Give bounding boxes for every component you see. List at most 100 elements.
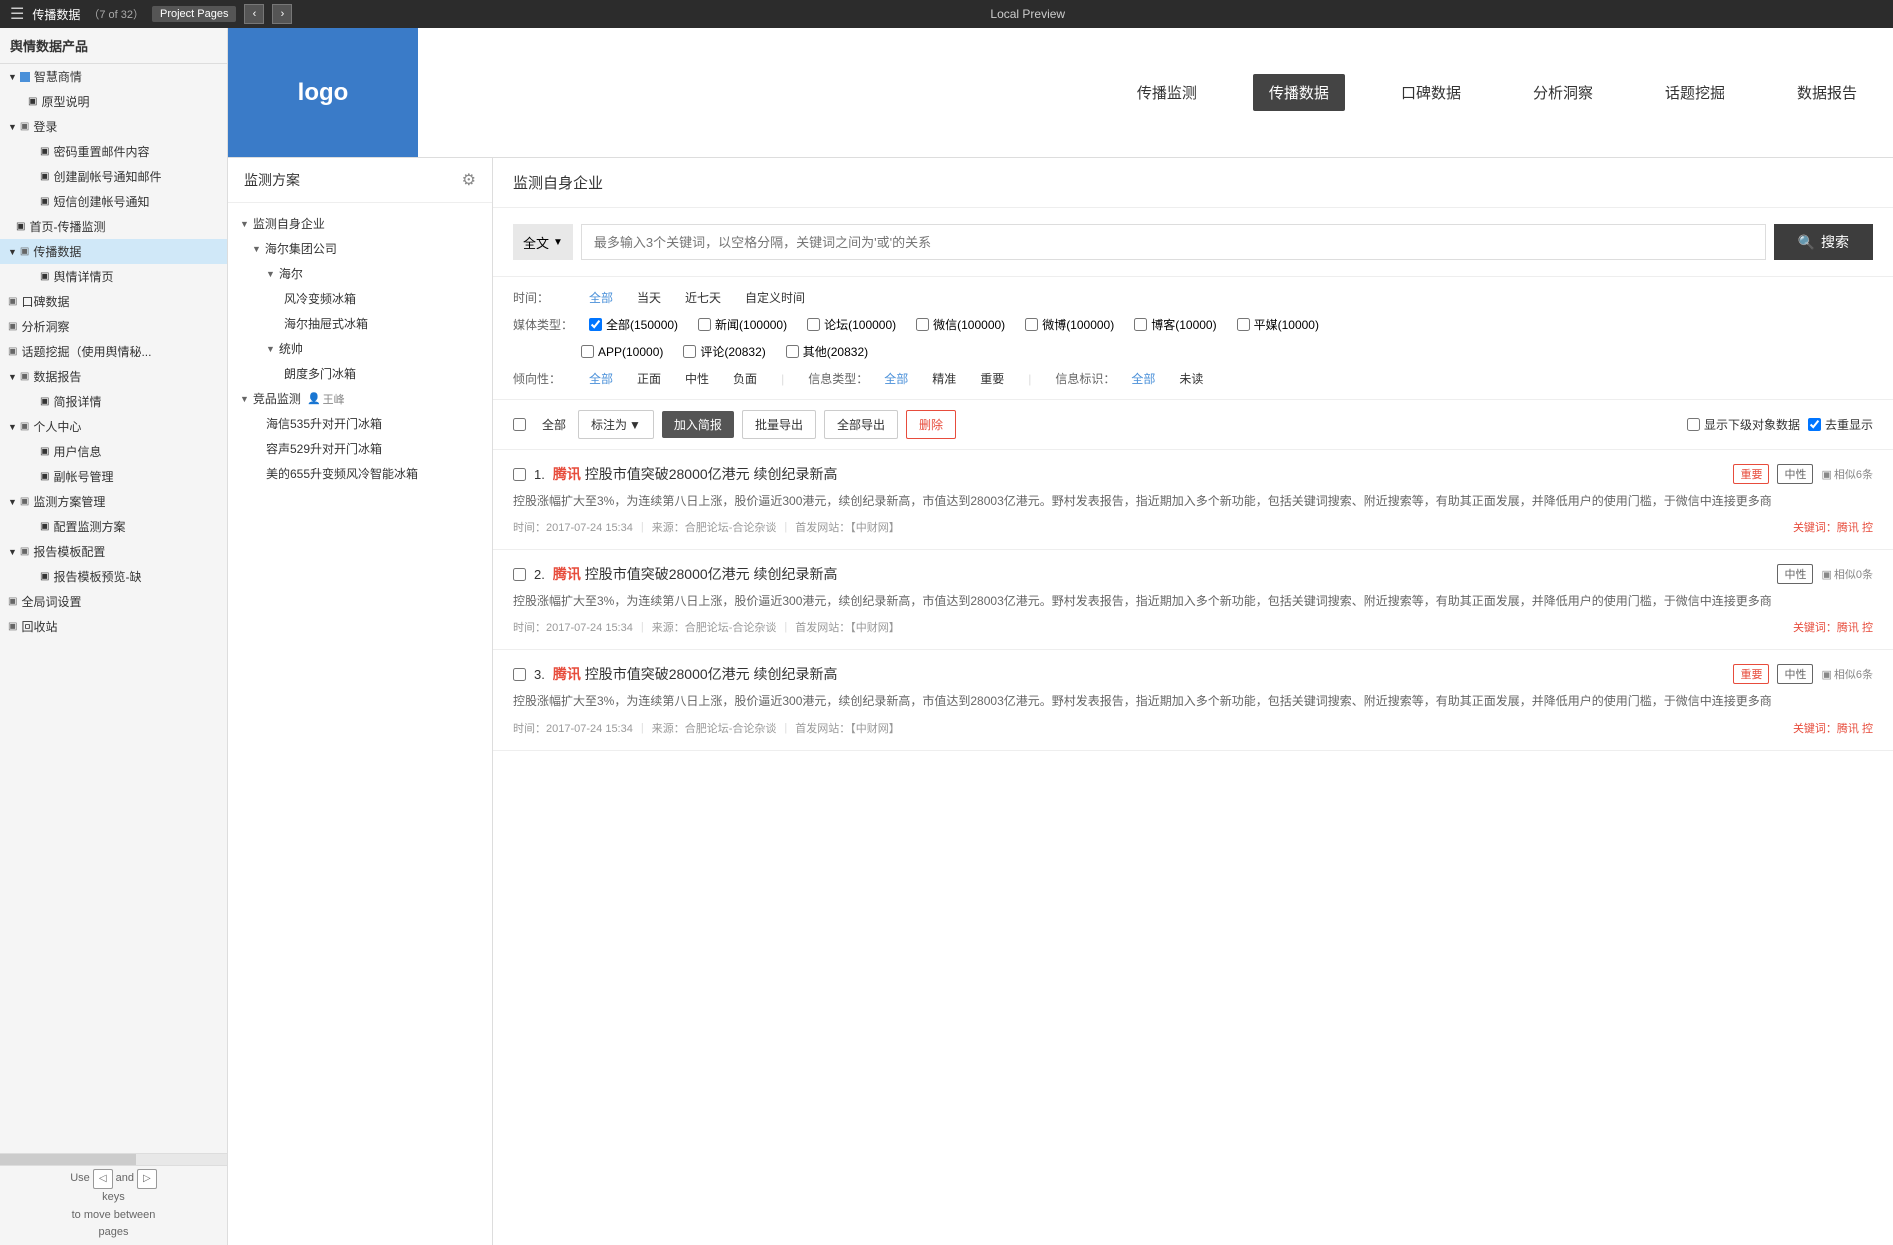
- media-all-checkbox[interactable]: [589, 318, 602, 331]
- media-other-checkbox[interactable]: [786, 345, 799, 358]
- sidebar-item-template-preview[interactable]: ▣ 报告模板预览-缺: [0, 564, 227, 589]
- media-app-checkbox[interactable]: [581, 345, 594, 358]
- tree-item-tongshuai[interactable]: ▼ 统帅: [228, 336, 492, 361]
- sidebar-item-monitor-mgmt[interactable]: ▼ ▣ 监测方案管理: [0, 489, 227, 514]
- sidebar-item-koubo[interactable]: ▣ 口碑数据: [0, 289, 227, 314]
- time-today[interactable]: 当天: [637, 289, 661, 306]
- horizontal-scrollbar[interactable]: [0, 1153, 227, 1165]
- tree-item-midea[interactable]: 美的655升变频风冷智能冰箱: [228, 461, 492, 486]
- article-checkbox[interactable]: [513, 668, 526, 681]
- infomark-all[interactable]: 全部: [1131, 370, 1155, 387]
- sidebar-item-password-reset[interactable]: ▣ 密码重置邮件内容: [0, 139, 227, 164]
- mark-as-button[interactable]: 标注为 ▼: [578, 410, 654, 439]
- time-7days[interactable]: 近七天: [685, 289, 721, 306]
- batch-export-button[interactable]: 批量导出: [742, 410, 816, 439]
- add-to-report-button[interactable]: 加入简报: [662, 411, 734, 438]
- tree-item-fenglen[interactable]: 风冷变频冰箱: [228, 286, 492, 311]
- tree-item-rongsheng[interactable]: 容声529升对开门冰箱: [228, 436, 492, 461]
- infotype-all[interactable]: 全部: [884, 370, 908, 387]
- nav-item-koubo[interactable]: 口碑数据: [1385, 74, 1477, 111]
- tree-item-hisense[interactable]: 海信535升对开门冰箱: [228, 411, 492, 436]
- sidebar-item-chuanbo[interactable]: ▼ ▣ 传播数据: [0, 239, 227, 264]
- media-forum[interactable]: 论坛(100000): [807, 316, 896, 333]
- infotype-precise[interactable]: 精准: [932, 370, 956, 387]
- tree-item-haier[interactable]: ▼ 海尔: [228, 261, 492, 286]
- article-checkbox[interactable]: [513, 468, 526, 481]
- sidebar-item-create-sub[interactable]: ▣ 创建副帐号通知邮件: [0, 164, 227, 189]
- media-weibo[interactable]: 微博(100000): [1025, 316, 1114, 333]
- sidebar-item-zhihui[interactable]: ▼ 智慧商情: [0, 64, 227, 89]
- media-print[interactable]: 平媒(10000): [1237, 316, 1319, 333]
- select-all-checkbox[interactable]: [513, 418, 526, 431]
- tendency-neutral[interactable]: 中性: [685, 370, 709, 387]
- infotype-important[interactable]: 重要: [980, 370, 1004, 387]
- dedup-label[interactable]: 去重显示: [1808, 416, 1873, 433]
- sidebar-item-analysis[interactable]: ▣ 分析洞察: [0, 314, 227, 339]
- sidebar-item-sub-account[interactable]: ▣ 副帐号管理: [0, 464, 227, 489]
- tendency-positive[interactable]: 正面: [637, 370, 661, 387]
- menu-icon[interactable]: ☰: [10, 4, 24, 24]
- media-forum-checkbox[interactable]: [807, 318, 820, 331]
- tendency-negative[interactable]: 负面: [733, 370, 757, 387]
- sidebar-item-report-detail[interactable]: ▣ 简报详情: [0, 389, 227, 414]
- show-sub-checkbox[interactable]: [1687, 418, 1700, 431]
- sidebar-item-homepage[interactable]: ▣ 首页-传播监测: [0, 214, 227, 239]
- media-news-checkbox[interactable]: [698, 318, 711, 331]
- article-checkbox[interactable]: [513, 568, 526, 581]
- media-app[interactable]: APP(10000): [581, 345, 663, 359]
- sidebar-item-global-word[interactable]: ▣ 全局词设置: [0, 589, 227, 614]
- tree-item-langdu[interactable]: 朗度多门冰箱: [228, 361, 492, 386]
- media-news[interactable]: 新闻(100000): [698, 316, 787, 333]
- nav-item-report[interactable]: 数据报告: [1781, 74, 1873, 111]
- media-weibo-checkbox[interactable]: [1025, 318, 1038, 331]
- delete-button[interactable]: 删除: [906, 410, 956, 439]
- sidebar-item-datareport[interactable]: ▼ ▣ 数据报告: [0, 364, 227, 389]
- media-comment[interactable]: 评论(20832): [683, 343, 765, 360]
- settings-icon[interactable]: ⚙: [462, 170, 476, 190]
- media-weixin-checkbox[interactable]: [916, 318, 929, 331]
- sidebar-item-yuanxing[interactable]: ▣ 原型说明: [0, 89, 227, 114]
- prev-page-btn[interactable]: ‹: [244, 4, 264, 24]
- search-scope-selector[interactable]: 全文 ▼: [513, 224, 573, 260]
- next-page-btn[interactable]: ›: [272, 4, 292, 24]
- similar-link[interactable]: ▣ 相似6条: [1821, 666, 1873, 682]
- similar-link[interactable]: ▣ 相似6条: [1821, 466, 1873, 482]
- tree-item-competitor[interactable]: ▼ 竞品监测 👤 王峰: [228, 386, 492, 411]
- tendency-all[interactable]: 全部: [589, 370, 613, 387]
- media-comment-checkbox[interactable]: [683, 345, 696, 358]
- article-number: 2.: [534, 567, 545, 582]
- sidebar-item-config-monitor[interactable]: ▣ 配置监测方案: [0, 514, 227, 539]
- sidebar-item-sms[interactable]: ▣ 短信创建帐号通知: [0, 189, 227, 214]
- sidebar-item-trash[interactable]: ▣ 回收站: [0, 614, 227, 639]
- search-button[interactable]: 🔍 搜索: [1774, 224, 1873, 260]
- nav-item-chuanbo[interactable]: 传播数据: [1253, 74, 1345, 111]
- media-weixin[interactable]: 微信(100000): [916, 316, 1005, 333]
- tree-item-choutibing[interactable]: 海尔抽屉式冰箱: [228, 311, 492, 336]
- time-all[interactable]: 全部: [589, 289, 613, 306]
- infomark-unread[interactable]: 未读: [1179, 370, 1203, 387]
- project-pages-btn[interactable]: Project Pages: [152, 6, 236, 22]
- media-blog-checkbox[interactable]: [1134, 318, 1147, 331]
- sidebar-item-personal[interactable]: ▼ ▣ 个人中心: [0, 414, 227, 439]
- sidebar-item-yuqing-detail[interactable]: ▣ 舆情详情页: [0, 264, 227, 289]
- media-other[interactable]: 其他(20832): [786, 343, 868, 360]
- tree-item-haier-group[interactable]: ▼ 海尔集团公司: [228, 236, 492, 261]
- dedup-checkbox[interactable]: [1808, 418, 1821, 431]
- nav-item-analysis[interactable]: 分析洞察: [1517, 74, 1609, 111]
- search-input[interactable]: [581, 224, 1766, 260]
- sidebar-item-topic[interactable]: ▣ 话题挖掘（使用舆情秘...: [0, 339, 227, 364]
- sidebar-item-user-info[interactable]: ▣ 用户信息: [0, 439, 227, 464]
- tree-item-self-monitor[interactable]: ▼ 监测自身企业: [228, 211, 492, 236]
- media-blog[interactable]: 博客(10000): [1134, 316, 1216, 333]
- media-print-checkbox[interactable]: [1237, 318, 1250, 331]
- time-custom[interactable]: 自定义时间: [745, 289, 805, 306]
- expand-arrow: ▼: [8, 122, 17, 132]
- sidebar-item-login[interactable]: ▼ ▣ 登录: [0, 114, 227, 139]
- nav-item-topic[interactable]: 话题挖掘: [1649, 74, 1741, 111]
- nav-item-monitor[interactable]: 传播监测: [1121, 74, 1213, 111]
- media-all[interactable]: 全部(150000): [589, 316, 678, 333]
- sidebar-item-report-template[interactable]: ▼ ▣ 报告模板配置: [0, 539, 227, 564]
- all-export-button[interactable]: 全部导出: [824, 410, 898, 439]
- similar-link[interactable]: ▣ 相似0条: [1821, 566, 1873, 582]
- show-sub-label[interactable]: 显示下级对象数据: [1687, 416, 1800, 433]
